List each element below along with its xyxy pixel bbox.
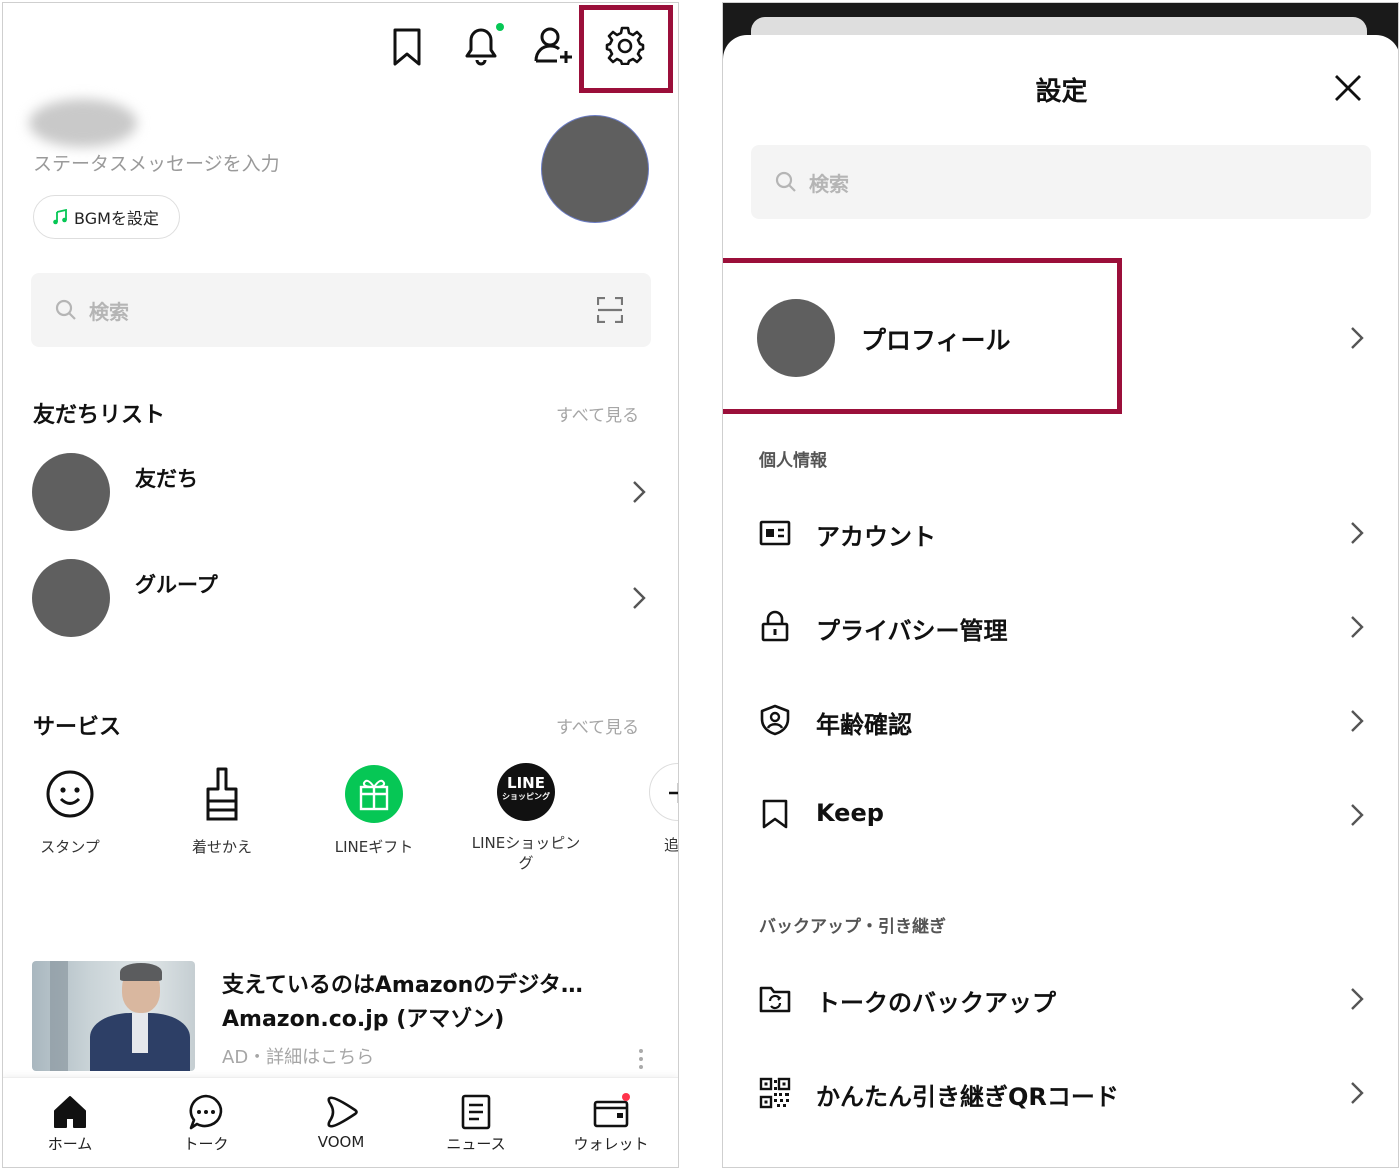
news-icon (457, 1093, 495, 1131)
wallet-icon (592, 1093, 630, 1131)
settings-item-qr-transfer[interactable]: かんたん引き継ぎQRコード (723, 1049, 1398, 1135)
bookmark-icon (759, 798, 791, 830)
settings-item-talk-backup[interactable]: トークのバックアップ (723, 955, 1398, 1041)
blurred-user-name (29, 99, 137, 147)
service-label: LINEショッピング (471, 834, 581, 872)
id-card-icon (759, 517, 791, 549)
services-title: サービス (33, 715, 122, 740)
settings-item-keep[interactable]: Keep (723, 771, 1398, 857)
service-label: スタンプ (40, 838, 100, 856)
chat-icon (187, 1093, 225, 1131)
tab-news[interactable]: ニュース (421, 1093, 531, 1154)
ad-meta[interactable]: AD・詳細はこちら (222, 1043, 374, 1069)
smile-icon (39, 763, 101, 825)
chevron-right-icon (1349, 615, 1365, 639)
friends-avatar (32, 453, 110, 531)
shield-user-icon (759, 704, 791, 736)
profile-highlight-box (723, 258, 1122, 414)
bgm-button[interactable]: BGMを設定 (33, 195, 180, 239)
chevron-right-icon (1349, 987, 1365, 1011)
bookmark-icon[interactable] (389, 27, 425, 67)
bgm-button-label: BGMを設定 (74, 209, 159, 228)
chevron-right-icon (631, 480, 647, 504)
chevron-right-icon (1349, 521, 1365, 545)
section-title-personal-info: 個人情報 (759, 451, 827, 471)
friends-see-all-link[interactable]: すべて見る (556, 401, 639, 426)
friends-list-title: 友だちリスト (33, 403, 166, 428)
gift-icon (343, 763, 405, 825)
chevron-right-icon (1349, 709, 1365, 733)
ad-title[interactable]: 支えているのはAmazonのデジタ… (222, 967, 583, 999)
folder-sync-icon (759, 983, 791, 1015)
chevron-right-icon (1349, 326, 1365, 350)
voom-icon (322, 1093, 360, 1131)
settings-item-account[interactable]: アカウント (723, 489, 1398, 575)
tab-label: ウォレット (573, 1135, 649, 1153)
settings-item-label: アカウント (816, 523, 936, 551)
settings-highlight-box (579, 5, 673, 93)
list-item-label: 友だち (135, 467, 198, 491)
status-message-input[interactable]: ステータスメッセージを入力 (33, 149, 280, 176)
add-icon (649, 763, 678, 821)
chevron-right-icon (1349, 1081, 1365, 1105)
shopping-logo-text: LINE (507, 774, 545, 792)
ad-thumbnail-image[interactable] (32, 961, 195, 1071)
section-title-backup: バックアップ・引き継ぎ (759, 917, 946, 937)
service-add[interactable]: 追 (639, 763, 679, 855)
music-note-icon (52, 209, 68, 225)
service-label: LINEギフト (334, 838, 414, 856)
tab-label: トーク (183, 1135, 229, 1153)
group-avatar (32, 559, 110, 637)
shopping-logo-subtext: ショッピング (502, 792, 550, 801)
tab-wallet[interactable]: ウォレット (556, 1093, 666, 1154)
service-shopping[interactable]: LINE ショッピング LINEショッピング (456, 763, 596, 873)
profile-avatar[interactable] (541, 115, 649, 223)
list-item[interactable]: グループ (3, 549, 678, 649)
line-shopping-icon: LINE ショッピング (497, 763, 555, 821)
ad-subtitle[interactable]: Amazon.co.jp (アマゾン) (222, 1001, 504, 1033)
home-icon (51, 1093, 89, 1131)
service-label: 追 (664, 836, 679, 854)
search-placeholder: 検索 (809, 172, 849, 196)
tab-label: ニュース (446, 1135, 506, 1153)
notification-bell-icon[interactable] (459, 23, 505, 67)
home-screen: ステータスメッセージを入力 BGMを設定 検索 友だちリスト すべて見る 友だち… (2, 2, 679, 1168)
service-stamp[interactable]: スタンプ (3, 763, 140, 857)
service-gift[interactable]: LINEギフト (304, 763, 444, 857)
close-icon[interactable] (1333, 73, 1363, 103)
settings-title: 設定 (1035, 77, 1088, 107)
qr-code-icon (759, 1077, 791, 1109)
settings-screen: 設定 検索 プロフィール 個人情報 アカウント プライバシー管理 年齢確認 Ke… (722, 2, 1399, 1168)
settings-item-label: かんたん引き継ぎQRコード (816, 1083, 1119, 1111)
search-input[interactable]: 検索 (31, 273, 651, 347)
tab-home[interactable]: ホーム (15, 1093, 125, 1154)
list-item[interactable]: 友だち (3, 443, 678, 543)
settings-item-label: Keep (816, 799, 884, 827)
search-icon (775, 171, 797, 193)
lock-icon (759, 610, 791, 642)
search-icon (55, 299, 77, 321)
settings-item-label: 年齢確認 (816, 711, 912, 739)
settings-item-label: トークのバックアップ (816, 989, 1056, 1017)
settings-item-privacy[interactable]: プライバシー管理 (723, 583, 1398, 669)
settings-item-label: プライバシー管理 (816, 617, 1008, 645)
tab-label: ホーム (47, 1135, 93, 1153)
search-placeholder: 検索 (89, 300, 129, 324)
scan-icon[interactable] (597, 297, 623, 323)
tab-voom[interactable]: VOOM (286, 1093, 396, 1151)
tab-label: VOOM (317, 1133, 365, 1151)
brush-icon (191, 763, 253, 825)
list-item-label: グループ (135, 573, 218, 597)
services-see-all-link[interactable]: すべて見る (556, 713, 639, 738)
tab-talk[interactable]: トーク (151, 1093, 261, 1154)
more-options-icon[interactable] (637, 1047, 645, 1071)
service-label: 着せかえ (191, 838, 252, 856)
chevron-right-icon (631, 586, 647, 610)
service-theme[interactable]: 着せかえ (152, 763, 292, 857)
settings-search-input[interactable]: 検索 (751, 145, 1371, 219)
add-friend-icon[interactable] (533, 25, 575, 67)
settings-item-age-verification[interactable]: 年齢確認 (723, 677, 1398, 763)
chevron-right-icon (1349, 803, 1365, 827)
